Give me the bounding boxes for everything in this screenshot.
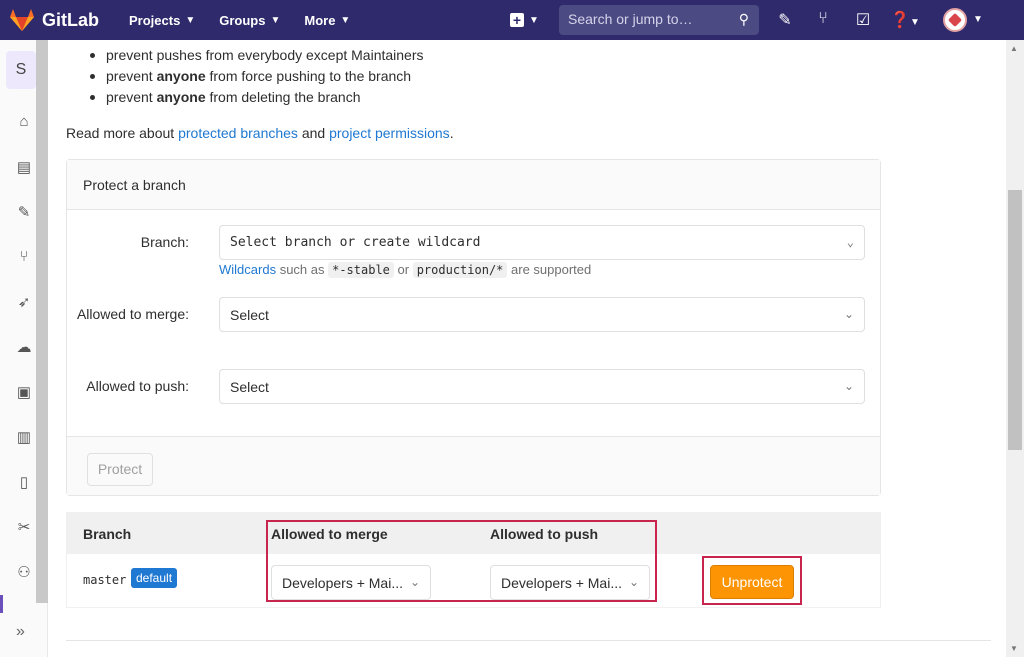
branch-select[interactable]: Select branch or create wildcard ⌄	[219, 225, 865, 260]
user-avatar[interactable]	[943, 8, 967, 32]
merge-requests-icon[interactable]: ⑂	[14, 248, 34, 268]
rule-emphasis: anyone	[156, 68, 206, 84]
readmore-prefix: Read more about	[66, 125, 179, 141]
branch-name: master	[83, 573, 127, 587]
chevron-down-icon: ▼	[340, 14, 351, 26]
list-item: prevent anyone from deleting the branch	[90, 87, 424, 108]
todos-check-icon[interactable]: ☑	[853, 10, 873, 30]
highlight-access-columns	[266, 520, 657, 602]
groups-menu[interactable]: Groups ▼	[219, 13, 280, 28]
snippets-scissors-icon[interactable]: ✂	[14, 518, 34, 538]
sidebar-scrollbar[interactable]	[36, 40, 48, 603]
readmore-suffix: .	[449, 125, 454, 141]
issues-icon[interactable]: ✎	[14, 203, 34, 223]
hint-code: production/*	[412, 262, 508, 278]
allowed-to-merge-select[interactable]: Select ⌄	[219, 297, 865, 332]
project-permissions-link[interactable]: project permissions	[329, 125, 450, 141]
chevron-down-icon: ⌄	[843, 379, 854, 393]
top-navbar: GitLab Projects ▼ Groups ▼ More ▼ + ▼ Search…	[0, 0, 1024, 40]
rule-text: from deleting the branch	[205, 89, 361, 105]
merge-select-value: Select	[230, 307, 269, 323]
collapse-sidebar-icon[interactable]: »	[16, 623, 25, 641]
chevron-down-icon: ▼	[185, 14, 196, 26]
form-footer: Protect	[67, 436, 880, 495]
chevron-down-icon: ⌄	[843, 307, 854, 321]
section-divider	[66, 640, 991, 641]
search-icon: ⚲	[738, 11, 749, 27]
hint-code: *-stable	[328, 262, 394, 278]
branch-label: Branch:	[140, 234, 189, 250]
hint-text: are supported	[507, 262, 592, 277]
active-indicator	[0, 595, 3, 613]
analytics-chart-icon[interactable]: ▥	[14, 428, 34, 448]
scroll-thumb[interactable]	[1008, 190, 1022, 450]
wiki-book-icon[interactable]: ▯	[14, 473, 34, 493]
allowed-to-push-select[interactable]: Select ⌄	[219, 369, 865, 404]
protect-branch-form: Protect a branch Branch: Select branch o…	[66, 159, 881, 496]
groups-label: Groups	[219, 12, 266, 28]
chevron-down-icon: ▼	[529, 14, 539, 26]
cloud-operations-icon[interactable]: ☁	[14, 338, 34, 358]
rule-emphasis: anyone	[156, 89, 206, 105]
rule-text: prevent	[106, 68, 157, 84]
chevron-down-icon[interactable]: ▼	[968, 14, 988, 34]
brand-name: GitLab	[42, 9, 99, 30]
plus-square-icon: +	[510, 13, 524, 27]
wildcards-link[interactable]: Wildcards	[219, 262, 276, 277]
projects-menu[interactable]: Projects ▼	[129, 13, 195, 28]
gitlab-logo-icon	[10, 9, 34, 31]
readmore-middle: and	[297, 125, 330, 141]
merge-requests-icon[interactable]: ⑂	[813, 10, 833, 30]
wildcard-hint: Wildcards such as *-stable or production…	[219, 262, 592, 278]
search-input[interactable]: Search or jump to… ⚲	[559, 5, 759, 35]
more-label: More	[304, 12, 336, 28]
list-item: prevent anyone from force pushing to the…	[90, 66, 424, 87]
project-avatar[interactable]: S	[6, 51, 36, 89]
hint-text: or	[393, 262, 413, 277]
highlight-unprotect	[702, 556, 802, 605]
protect-button[interactable]: Protect	[87, 453, 153, 486]
read-more-text: Read more about protected branches and p…	[66, 125, 454, 141]
scroll-down-icon[interactable]: ▼	[1010, 644, 1018, 653]
list-item: prevent pushes from everybody except Mai…	[90, 45, 424, 66]
hint-text: such as	[276, 262, 329, 277]
rocket-cicd-icon[interactable]: ➶	[14, 293, 34, 313]
rule-text: prevent	[106, 89, 157, 105]
chevron-down-icon: ⌄	[846, 235, 854, 249]
default-badge: default	[131, 568, 178, 588]
search-placeholder: Search or jump to…	[568, 11, 693, 27]
members-icon[interactable]: ⚇	[14, 563, 34, 583]
branch-select-value: Select branch or create wildcard	[230, 235, 481, 250]
form-title: Protect a branch	[67, 160, 880, 210]
page-scrollbar[interactable]: ▲ ▼	[1006, 40, 1024, 657]
new-item-dropdown[interactable]: + ▼	[510, 0, 540, 40]
help-icon[interactable]: ❓▼	[890, 10, 920, 30]
branch-column-header: Branch	[83, 526, 132, 542]
gitlab-home-link[interactable]: GitLab	[10, 9, 99, 31]
allowed-to-push-label: Allowed to push:	[86, 378, 189, 394]
repository-icon[interactable]: ▤	[14, 158, 34, 178]
protection-rules-list: prevent pushes from everybody except Mai…	[90, 45, 424, 108]
more-menu[interactable]: More ▼	[304, 13, 350, 28]
chevron-down-icon: ▼	[270, 14, 281, 26]
scroll-up-icon[interactable]: ▲	[1010, 44, 1018, 53]
projects-label: Projects	[129, 12, 181, 28]
rule-text: from force pushing to the branch	[205, 68, 412, 84]
todo-snippets-icon[interactable]: ✎	[775, 10, 795, 30]
protected-branches-link[interactable]: protected branches	[178, 125, 298, 141]
home-icon[interactable]: ⌂	[14, 113, 34, 133]
package-icon[interactable]: ▣	[14, 383, 34, 403]
rule-text: prevent pushes from everybody except Mai…	[106, 47, 424, 63]
allowed-to-merge-label: Allowed to merge:	[76, 306, 189, 322]
push-select-value: Select	[230, 379, 269, 395]
project-sidebar: S ⌂ ▤ ✎ ⑂ ➶ ☁ ▣ ▥ ▯ ✂ ⚇ »	[0, 40, 48, 657]
